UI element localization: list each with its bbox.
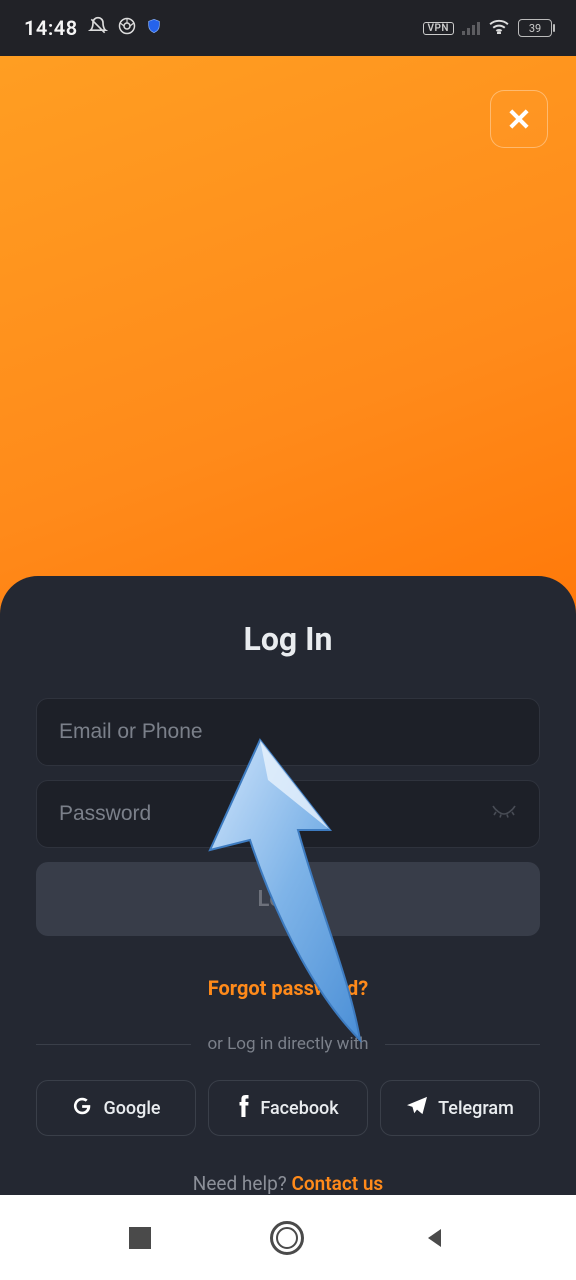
login-sheet: Log In Log In Forgot password? or Log in… [0,576,576,1195]
google-login-button[interactable]: Google [36,1080,196,1136]
battery-level: 39 [529,22,541,35]
help-label: Need help? [193,1172,292,1195]
home-button[interactable] [270,1221,304,1255]
dnd-icon [88,16,108,40]
password-field[interactable] [59,802,517,826]
forgot-password-link[interactable]: Forgot password? [36,976,540,1000]
login-title: Log In [36,620,540,658]
telegram-label: Telegram [438,1098,514,1119]
divider-line [36,1044,191,1045]
vpn-badge: VPN [423,22,455,35]
contact-us-link[interactable]: Contact us [291,1172,383,1195]
facebook-icon [237,1094,250,1123]
telegram-login-button[interactable]: Telegram [380,1080,540,1136]
shield-icon [146,17,162,39]
status-bar: 14:48 VPN 39 [0,0,576,56]
clock: 14:48 [24,16,78,40]
android-navbar [0,1195,576,1280]
social-divider: or Log in directly with [36,1034,540,1054]
divider-label: or Log in directly with [207,1034,368,1054]
signal-icon [462,21,480,35]
password-field-wrap[interactable] [36,780,540,848]
app-screen: Log In Log In Forgot password? or Log in… [0,56,576,1195]
google-label: Google [103,1098,160,1119]
login-button[interactable]: Log In [36,862,540,936]
close-button[interactable] [490,90,548,148]
status-right: VPN 39 [423,18,553,38]
help-row: Need help? Contact us [36,1172,540,1195]
telegram-icon [406,1096,428,1121]
google-icon [71,1095,93,1122]
facebook-label: Facebook [260,1098,338,1119]
wifi-icon [488,18,510,38]
battery-icon: 39 [518,19,552,37]
social-row: Google Facebook Telegram [36,1080,540,1136]
status-left: 14:48 [24,16,162,40]
divider-line [385,1044,540,1045]
login-button-label: Log In [258,887,319,912]
facebook-login-button[interactable]: Facebook [208,1080,368,1136]
email-field-wrap[interactable] [36,698,540,766]
recents-button[interactable] [129,1227,151,1249]
email-field[interactable] [59,720,517,744]
eye-closed-icon[interactable] [491,802,517,826]
chrome-icon [118,17,136,39]
back-button[interactable] [423,1226,447,1250]
